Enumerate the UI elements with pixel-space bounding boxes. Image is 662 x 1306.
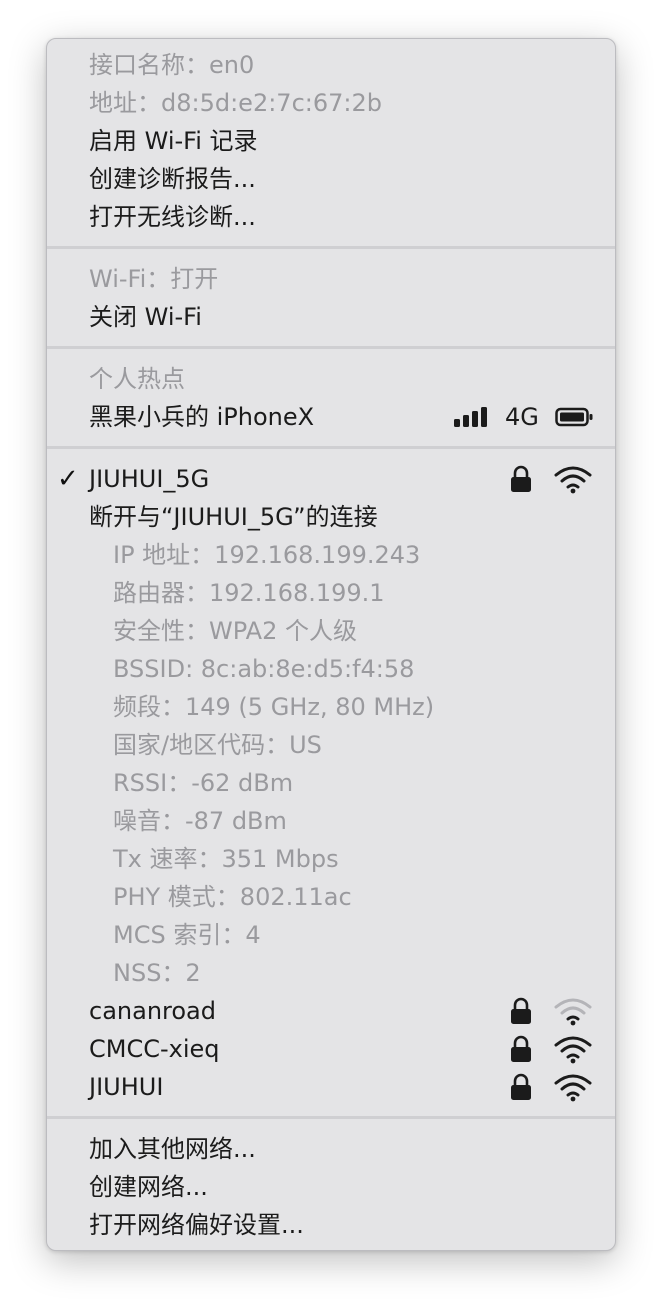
network-item[interactable]: JIUHUI [47,1068,615,1106]
create-diagnostics-report-label: 创建诊断报告... [89,165,256,193]
join-other-network-item[interactable]: 加入其他网络... [47,1130,615,1168]
separator [47,246,615,249]
wifi-status-row: Wi-Fi：打开 [47,260,615,298]
lock-icon [509,465,533,493]
country-code-detail: 国家/地区代码：US [113,731,322,759]
hotspot-header-label: 个人热点 [89,365,185,393]
lock-icon [509,1035,533,1063]
battery-icon [555,407,593,427]
network-ssid: CMCC-xieq [89,1035,220,1063]
open-network-preferences-item[interactable]: 打开网络偏好设置... [47,1206,615,1244]
network-ssid: JIUHUI [89,1073,164,1101]
network-detail-row: MCS 索引：4 [47,916,615,954]
wifi-signal-icon [554,1036,592,1064]
current-network-ssid: JIUHUI_5G [89,465,210,493]
network-detail-row: 路由器：192.168.199.1 [47,574,615,612]
network-detail-row: IP 地址：192.168.199.243 [47,536,615,574]
create-network-label: 创建网络... [89,1173,208,1201]
wifi-signal-icon [554,1074,592,1102]
network-item[interactable]: CMCC-xieq [47,1030,615,1068]
hotspot-device-item[interactable]: 黑果小兵的 iPhoneX 4G [47,398,615,436]
network-ssid: cananroad [89,997,216,1025]
router-detail: 路由器：192.168.199.1 [113,579,385,607]
lock-icon [509,1073,533,1101]
open-network-preferences-label: 打开网络偏好设置... [89,1211,304,1239]
enable-wifi-logging-label: 启用 Wi-Fi 记录 [89,127,258,155]
network-detail-row: PHY 模式：802.11ac [47,878,615,916]
network-detail-row: RSSI：-62 dBm [47,764,615,802]
join-other-network-label: 加入其他网络... [89,1135,256,1163]
wifi-menu: 接口名称：en0 地址：d8:5d:e2:7c:67:2b 启用 Wi-Fi 记… [46,38,616,1251]
hotspot-header-row: 个人热点 [47,360,615,398]
create-network-item[interactable]: 创建网络... [47,1168,615,1206]
bssid-detail: BSSID: 8c:ab:8e:d5:f4:58 [113,655,415,683]
security-detail: 安全性：WPA2 个人级 [113,617,357,645]
turn-wifi-off-item[interactable]: 关闭 Wi-Fi [47,298,615,336]
network-type-label: 4G [505,403,539,431]
wifi-signal-weak-icon [554,998,592,1026]
network-detail-row: BSSID: 8c:ab:8e:d5:f4:58 [47,650,615,688]
tx-rate-detail: Tx 速率：351 Mbps [113,845,339,873]
wifi-signal-icon [554,466,592,494]
checkmark-icon: ✓ [57,464,79,494]
network-detail-row: 安全性：WPA2 个人级 [47,612,615,650]
wifi-status-label: Wi-Fi：打开 [89,265,219,293]
network-detail-row: Tx 速率：351 Mbps [47,840,615,878]
interface-address-label: 地址：d8:5d:e2:7c:67:2b [89,89,382,117]
separator [47,446,615,449]
current-network-item[interactable]: ✓ JIUHUI_5G [47,460,615,498]
ip-address-detail: IP 地址：192.168.199.243 [113,541,421,569]
separator [47,1116,615,1119]
lock-icon [509,997,533,1025]
nss-detail: NSS：2 [113,959,201,987]
phy-mode-detail: PHY 模式：802.11ac [113,883,352,911]
network-detail-row: 国家/地区代码：US [47,726,615,764]
cellular-signal-icon [454,407,487,427]
hotspot-device-label: 黑果小兵的 iPhoneX [89,403,315,431]
rssi-detail: RSSI：-62 dBm [113,769,294,797]
interface-name-label: 接口名称：en0 [89,51,255,79]
interface-name-row: 接口名称：en0 [47,46,615,84]
turn-wifi-off-label: 关闭 Wi-Fi [89,303,202,331]
channel-detail: 频段：149 (5 GHz, 80 MHz) [113,693,435,721]
enable-wifi-logging-item[interactable]: 启用 Wi-Fi 记录 [47,122,615,160]
network-detail-row: 频段：149 (5 GHz, 80 MHz) [47,688,615,726]
network-detail-row: NSS：2 [47,954,615,992]
disconnect-network-item[interactable]: 断开与“JIUHUI_5G”的连接 [47,498,615,536]
open-wireless-diagnostics-label: 打开无线诊断... [89,203,256,231]
mcs-index-detail: MCS 索引：4 [113,921,261,949]
noise-detail: 噪音：-87 dBm [113,807,287,835]
open-wireless-diagnostics-item[interactable]: 打开无线诊断... [47,198,615,236]
separator [47,346,615,349]
network-item[interactable]: cananroad [47,992,615,1030]
create-diagnostics-report-item[interactable]: 创建诊断报告... [47,160,615,198]
disconnect-network-label: 断开与“JIUHUI_5G”的连接 [89,503,378,531]
network-detail-row: 噪音：-87 dBm [47,802,615,840]
interface-address-row: 地址：d8:5d:e2:7c:67:2b [47,84,615,122]
